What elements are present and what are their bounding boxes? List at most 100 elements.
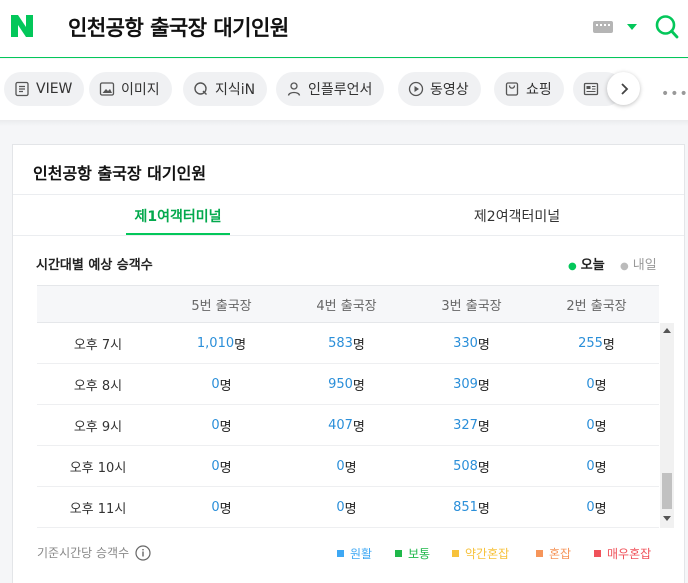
shopping-bag-icon [504,81,520,97]
more-icon[interactable]: ••• [661,86,688,102]
time-cell: 오후 8시 [73,378,123,394]
tab-terminal-1[interactable]: 제1여객터미널 [126,195,230,236]
count-unit: 명 [594,419,607,435]
time-cell: 오후 11시 [69,501,127,517]
count-unit: 명 [477,337,490,353]
count-value: 255 [578,335,603,351]
count-unit: 명 [344,501,357,517]
column-header [37,286,159,323]
divider [13,235,684,236]
selected-dot-icon: ● [568,261,577,272]
count-unit: 명 [594,460,607,476]
info-icon[interactable] [135,544,151,561]
day-label: 내일 [632,258,657,273]
table-body: 오후 7시 1,010 명 583 명 330 명 255 명 오후 8시 0 명 950 명 309 명 0 명… [37,323,659,528]
count-unit: 명 [477,460,490,476]
count-value: 508 [453,458,478,474]
day-toggle-today[interactable]: ● 오늘 [568,254,605,273]
unselected-dot-icon: ● [620,261,629,272]
day-label: 오늘 [580,258,605,273]
q-icon [193,81,209,97]
footer-label: 기준시간당 승객수 [37,546,130,560]
count-unit: 명 [477,378,490,394]
divider [0,120,688,126]
count-value: 327 [453,417,478,433]
table-row: 오후 11시 0 명 0 명 851 명 0 명 [37,487,659,528]
table-row: 오후 10시 0 명 0 명 508 명 0 명 [37,446,659,487]
tab-label: 이미지 [121,82,160,98]
table-scrollbar[interactable] [660,323,674,528]
count-unit: 명 [477,419,490,435]
search-icon[interactable] [655,14,679,40]
count-unit: 명 [219,419,232,435]
legend-swatch [395,550,402,557]
search-header: 인천공항 출국장 대기인원 [0,0,688,58]
tab-influencer[interactable]: 인플루언서 [276,72,385,106]
count-cell: 0명 [534,487,659,527]
tab-view[interactable]: VIEW [4,72,85,106]
count-unit: 명 [344,460,357,476]
count-cell: 330 명 [409,323,534,363]
tab-video[interactable]: 동영상 [398,72,481,106]
count-cell: 0명 [159,405,284,445]
scroll-down-icon[interactable] [663,516,671,521]
scroll-up-icon[interactable] [663,328,671,333]
count-value: 0 [336,458,345,474]
count-value: 330 [453,335,478,351]
count-value: 309 [453,376,478,392]
legend-label: 보통 [408,547,431,561]
legend-label: 혼잡 [549,547,572,561]
table-header: 5번 출국장 4번 출국장 3번 출국장 2번 출국장 [37,285,659,323]
time-cell: 오후 7시 [73,337,123,353]
keyboard-icon[interactable] [593,21,613,33]
count-cell: 0명 [284,487,409,527]
time-cell: 오후 9시 [73,419,123,435]
column-header: 4번 출국장 [316,299,377,314]
legend-swatch [536,550,543,557]
count-unit: 명 [602,337,615,353]
count-value: 0 [211,499,220,515]
day-toggle-tomorrow[interactable]: ● 내일 [620,254,657,273]
count-value: 0 [211,417,220,433]
legend-label: 원활 [350,547,373,561]
count-cell: 407 명 [284,405,409,445]
count-value: 407 [328,417,353,433]
count-cell: 309 명 [409,364,534,404]
search-query-title[interactable]: 인천공항 출국장 대기인원 [68,12,289,42]
card-title: 인천공항 출국장 대기인원 [33,164,207,183]
count-value: 0 [211,376,220,392]
count-value: 0 [586,458,595,474]
tab-label: 쇼핑 [526,82,552,98]
tab-terminal-2[interactable]: 제2여객터미널 [459,195,575,236]
count-unit: 명 [352,378,365,394]
legend-item: 약간혼잡 [452,545,509,562]
time-cell: 오후 10시 [69,460,127,476]
tab-label: VIEW [36,81,73,97]
naver-logo[interactable] [10,14,34,38]
count-value: 0 [586,417,595,433]
tab-label: 동영상 [430,82,469,98]
table-row: 오후 7시 1,010 명 583 명 330 명 255 명 [37,323,659,364]
legend-item: 원활 [337,545,372,562]
legend-label: 매우혼잡 [607,547,652,561]
count-cell: 1,010 명 [159,323,284,363]
tab-label: 인플루언서 [308,82,373,98]
legend-item: 혼잡 [536,545,571,562]
scroll-thumb[interactable] [662,473,672,509]
count-value: 0 [211,458,220,474]
count-cell: 0명 [534,364,659,404]
count-unit: 명 [594,378,607,394]
tab-image[interactable]: 이미지 [89,72,172,106]
tabs-next-button[interactable] [607,72,640,105]
count-value: 851 [453,499,478,515]
count-value: 0 [336,499,345,515]
tab-kin[interactable]: 지식iN [183,72,268,106]
count-unit: 명 [234,337,247,353]
divider [13,194,684,195]
caret-down-icon[interactable] [627,24,637,30]
tab-shopping[interactable]: 쇼핑 [494,72,564,106]
image-icon [99,81,115,97]
count-cell: 0명 [534,446,659,486]
count-value: 0 [586,376,595,392]
legend-item: 매우혼잡 [594,545,651,562]
